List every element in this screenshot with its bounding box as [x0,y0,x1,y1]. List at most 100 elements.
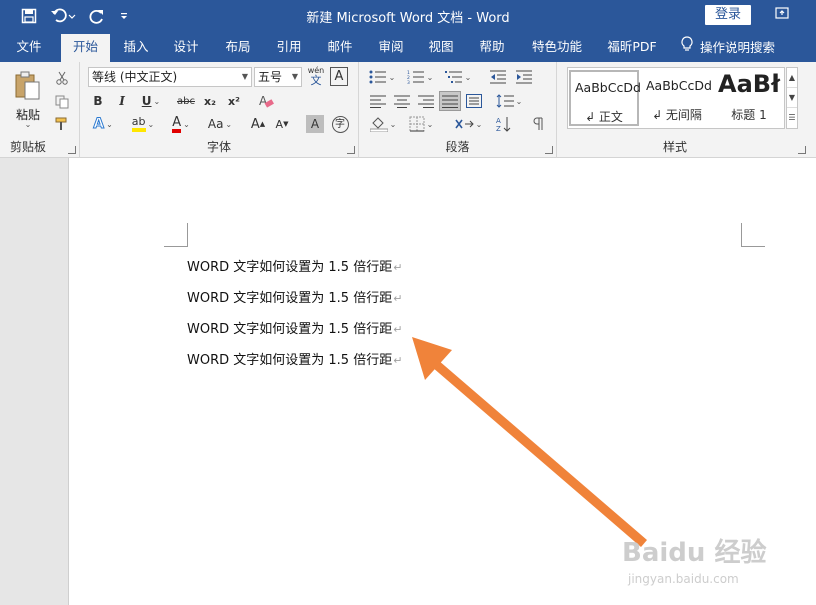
change-case-label: Aa [207,117,224,131]
tab-file[interactable]: 文件 [8,34,50,62]
align-center-icon[interactable] [391,91,413,111]
italic-label: I [119,94,125,108]
italic-button[interactable]: I [112,91,132,111]
decrease-indent-icon[interactable] [487,67,509,87]
paragraph-4[interactable]: WORD 文字如何设置为 1.5 倍行距↵ [187,349,402,368]
copy-icon[interactable] [52,92,72,112]
margin-corner-top-left [164,223,188,247]
underline-button[interactable]: U ⌄ [136,91,166,111]
format-painter-icon[interactable] [52,114,72,134]
clipboard-launcher-icon[interactable] [68,146,76,154]
tell-me-label: 操作说明搜索 [700,40,776,55]
strikethrough-button[interactable]: abc [174,91,198,111]
char-border-button[interactable]: A [330,67,348,86]
clear-formatting-icon[interactable]: A [256,91,276,111]
tab-help[interactable]: 帮助 [472,34,512,62]
style-normal[interactable]: AaBbCcDd ↲ 正文 [569,70,641,126]
increase-indent-icon[interactable] [513,67,535,87]
font-launcher-icon[interactable] [347,146,355,154]
paste-button[interactable]: 粘贴 ⌄ [8,68,48,132]
style-no-spacing[interactable]: AaBbCcDd ↲ 无间隔 [642,70,712,126]
bold-label: B [93,94,103,108]
chevron-down-icon: ⌄ [106,119,113,129]
chevron-down-icon: ▼ [291,72,298,81]
sort-icon[interactable]: AZ [493,114,515,134]
tab-layout[interactable]: 布局 [218,34,258,62]
login-button[interactable]: 登录 [705,5,751,25]
text-effects-button[interactable]: A ⌄ [88,114,118,134]
justify-icon[interactable] [439,91,461,111]
text-effects-label: A [93,116,105,133]
enclose-char-button[interactable]: 字 [330,114,350,134]
font-color-button[interactable]: A ⌄ [166,114,196,134]
shrink-font-button[interactable]: A ▼ [272,114,292,134]
style-sample: AaBbCcDd [575,80,641,95]
paragraph-text: WORD 文字如何设置为 1.5 倍行距 [187,322,393,337]
font-group-label: 字体 [206,140,231,154]
font-color-label: A [172,116,182,133]
font-size-select[interactable]: 五号 ▼ [254,67,302,87]
tab-references[interactable]: 引用 [269,34,309,62]
font-name-select[interactable]: 等线 (中文正文) ▼ [88,67,252,87]
change-case-button[interactable]: Aa ⌄ [204,114,236,134]
tab-home[interactable]: 开始 [61,34,110,62]
clipboard-group: 粘贴 ⌄ 剪贴板 [0,62,80,158]
paragraph-launcher-icon[interactable] [545,146,553,154]
font-size-value: 五号 [258,70,283,84]
style-sample: AaBbCcDd [646,78,712,93]
ribbon-display-icon[interactable] [772,6,792,24]
paragraph-2[interactable]: WORD 文字如何设置为 1.5 倍行距↵ [187,287,402,306]
watermark-logo-text: Baidu 经验 [622,538,767,568]
borders-icon[interactable]: ⌄ [405,114,437,134]
highlight-button[interactable]: ab ⌄ [126,114,160,134]
shading-icon[interactable]: ⌄ [367,114,399,134]
cut-icon[interactable] [52,68,72,88]
tab-insert[interactable]: 插入 [116,34,156,62]
paragraph-text: WORD 文字如何设置为 1.5 倍行距 [187,291,393,306]
scroll-down-icon[interactable]: ▼ [787,88,797,108]
lightbulb-icon [680,35,694,61]
enclose-char-label: 字 [331,115,349,133]
styles-launcher-icon[interactable] [798,146,806,154]
tab-view[interactable]: 视图 [421,34,461,62]
char-shading-button[interactable]: A [306,115,324,133]
svg-text:A: A [496,117,501,125]
paragraph-mark: ↵ [393,323,403,336]
tab-special-features[interactable]: 特色功能 [526,34,588,62]
bold-button[interactable]: B [88,91,108,111]
bullets-icon[interactable]: ⌄ [367,67,397,87]
styles-gallery-scroll[interactable]: ▲ ▼ ☰ [786,67,798,129]
chevron-down-icon: ⌄ [24,120,32,129]
show-marks-icon[interactable] [527,114,549,134]
multilevel-list-icon[interactable]: ⌄ [443,67,473,87]
scroll-up-icon[interactable]: ▲ [787,68,797,88]
superscript-button[interactable]: x² [224,91,244,111]
style-heading-1[interactable]: AaBł 标题 1 [714,70,784,126]
ribbon: 粘贴 ⌄ 剪贴板 等线 (中文正文) ▼ 五号 ▼ wén 文 A B I U … [0,62,816,158]
paste-icon [15,71,40,100]
tab-foxit-pdf[interactable]: 福昕PDF [600,34,664,62]
chinese-layout-icon[interactable]: ⌄ [451,114,485,134]
paragraph-1[interactable]: WORD 文字如何设置为 1.5 倍行距↵ [187,256,402,275]
numbering-icon[interactable]: 1 2 3 ⌄ [405,67,435,87]
line-spacing-icon[interactable]: ⌄ [493,91,525,111]
chevron-down-icon: ⌄ [225,119,233,129]
distributed-icon[interactable] [463,91,485,111]
tell-me-search[interactable]: 操作说明搜索 [680,34,775,62]
phonetic-guide-button[interactable]: wén 文 [306,66,326,88]
align-right-icon[interactable] [415,91,437,111]
paragraph-mark: ↵ [393,354,403,367]
tab-mailings[interactable]: 邮件 [320,34,360,62]
gallery-more-icon[interactable]: ☰ [787,108,797,128]
chevron-down-icon: ⌄ [389,119,397,129]
highlight-label: ab [131,116,146,132]
tab-design[interactable]: 设计 [166,34,206,62]
tab-review[interactable]: 审阅 [371,34,411,62]
grow-font-label: A [250,116,260,132]
subscript-button[interactable]: x₂ [200,91,220,111]
align-left-icon[interactable] [367,91,389,111]
paragraph-3[interactable]: WORD 文字如何设置为 1.5 倍行距↵ [187,318,402,337]
svg-text:Z: Z [496,125,501,132]
svg-text:3: 3 [407,80,410,84]
grow-font-button[interactable]: A ▲ [248,114,268,134]
